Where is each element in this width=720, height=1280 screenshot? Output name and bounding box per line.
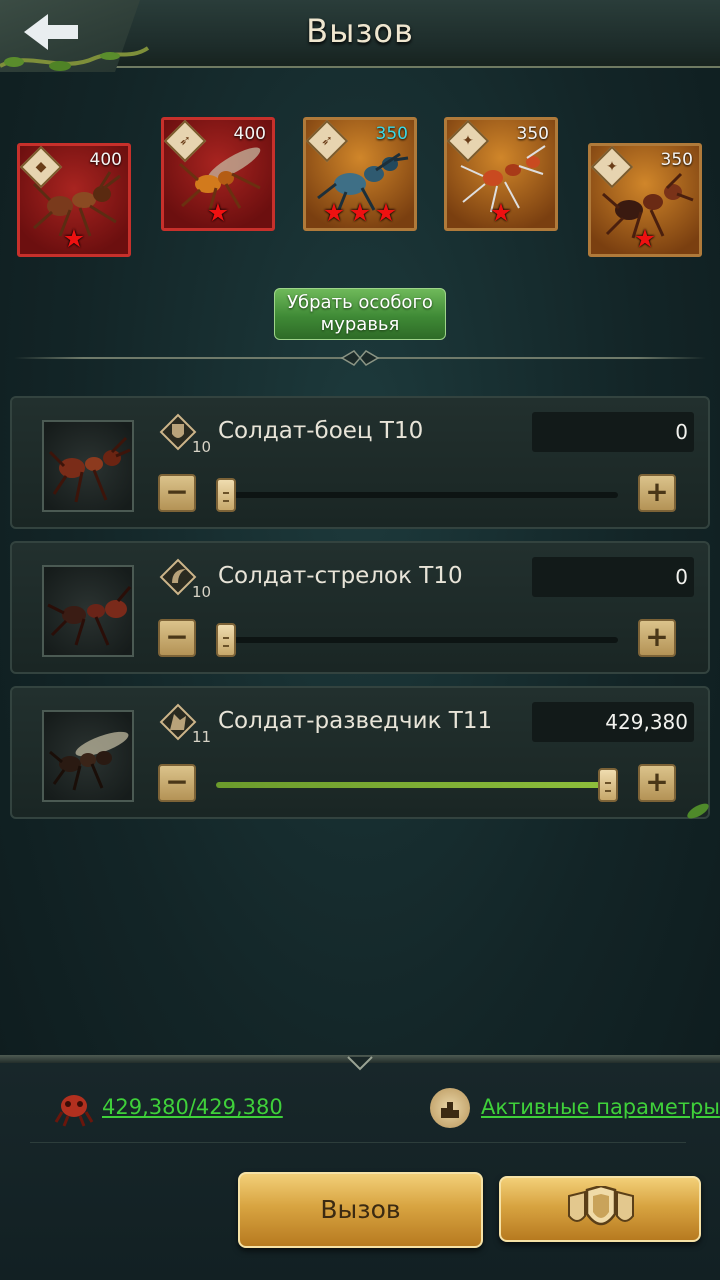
decrease-button[interactable]: − (158, 619, 196, 657)
quantity-input[interactable]: 0 (532, 412, 694, 452)
special-ant-card[interactable]: ✦ 350 ★ (588, 143, 702, 257)
star-icon: ★ (62, 224, 86, 253)
soldier-name: Солдат-боец T10 (218, 418, 424, 444)
divider-ornament-icon (340, 350, 380, 366)
rank-stars: ★ (164, 200, 272, 226)
star-icon: ★ (322, 198, 346, 227)
slider-handle[interactable] (216, 478, 236, 512)
troop-capacity-link[interactable]: 429,380/429,380 (102, 1095, 283, 1119)
slider-handle[interactable] (216, 623, 236, 657)
special-ant-card[interactable]: ➶ 350 ★ ★ ★ (303, 117, 417, 231)
quantity-input[interactable]: 0 (532, 557, 694, 597)
formation-button[interactable] (499, 1176, 701, 1242)
footer-separator (30, 1142, 686, 1143)
quantity-slider[interactable] (216, 623, 618, 657)
soldier-row: 10 Солдат-стрелок T10 0 − + (10, 541, 710, 674)
star-icon: ★ (348, 198, 372, 227)
quantity-slider[interactable] (216, 478, 618, 512)
soldier-thumbnail (42, 420, 134, 512)
power-value: 350 (660, 150, 693, 170)
rank-stars: ★ (20, 226, 128, 252)
power-value: 350 (516, 124, 549, 144)
star-icon: ★ (206, 198, 230, 227)
soldier-thumbnail (42, 710, 134, 802)
special-ant-card[interactable]: ✦ 350 ★ (444, 117, 558, 231)
header-bar: Вызов (0, 0, 720, 72)
soldier-name: Солдат-разведчик T11 (218, 708, 493, 734)
decrease-button[interactable]: − (158, 474, 196, 512)
rank-stars: ★ ★ ★ (306, 200, 414, 226)
scout-ant-image (49, 731, 129, 791)
special-ant-card[interactable]: ➶ 400 ★ (161, 117, 275, 231)
soldier-thumbnail (42, 565, 134, 657)
active-params-link[interactable]: Активные параметры (481, 1095, 720, 1119)
increase-button[interactable]: + (638, 619, 676, 657)
increase-button[interactable]: + (638, 764, 676, 802)
decrease-button[interactable]: − (158, 764, 196, 802)
soldier-row: 11 Солдат-разведчик T11 429,380 − + (10, 686, 710, 819)
remove-special-ant-button[interactable]: Убрать особого муравья (274, 288, 446, 340)
archer-ant-image (47, 586, 132, 646)
footer-ornament-icon (347, 1056, 373, 1071)
tier-number: 11 (192, 728, 212, 746)
star-icon: ★ (633, 224, 657, 253)
increase-button[interactable]: + (638, 474, 676, 512)
power-value: 400 (233, 124, 266, 144)
rank-stars: ★ (591, 226, 699, 252)
page-title: Вызов (306, 12, 414, 50)
slider-handle[interactable] (598, 768, 618, 802)
special-ant-card[interactable]: ◆ 400 ★ (17, 143, 131, 257)
rank-stars: ★ (447, 200, 555, 226)
soldier-name: Солдат-стрелок T10 (218, 563, 463, 589)
leaf-decoration (687, 803, 709, 819)
summon-button[interactable]: Вызов (238, 1172, 483, 1248)
quantity-input[interactable]: 429,380 (532, 702, 694, 742)
quantity-slider[interactable] (216, 768, 618, 802)
slider-fill (216, 782, 618, 788)
soldier-row: 10 Солдат-боец T10 0 − + (10, 396, 710, 529)
fighter-ant-image (48, 436, 131, 503)
star-icon: ★ (489, 198, 513, 227)
power-value: 350 (375, 124, 408, 144)
star-icon: ★ (374, 198, 398, 227)
stats-icon[interactable] (430, 1088, 470, 1128)
special-ants-row: ◆ 400 ★ ➶ 400 ★ ➶ 350 ★ ★ ★ ✦ 350 ★ ✦ 35… (0, 110, 720, 270)
tier-number: 10 (192, 583, 212, 601)
troop-capacity-icon (54, 1095, 94, 1127)
triple-shield-icon (568, 1186, 634, 1226)
tier-number: 10 (192, 438, 212, 456)
power-value: 400 (89, 150, 122, 170)
